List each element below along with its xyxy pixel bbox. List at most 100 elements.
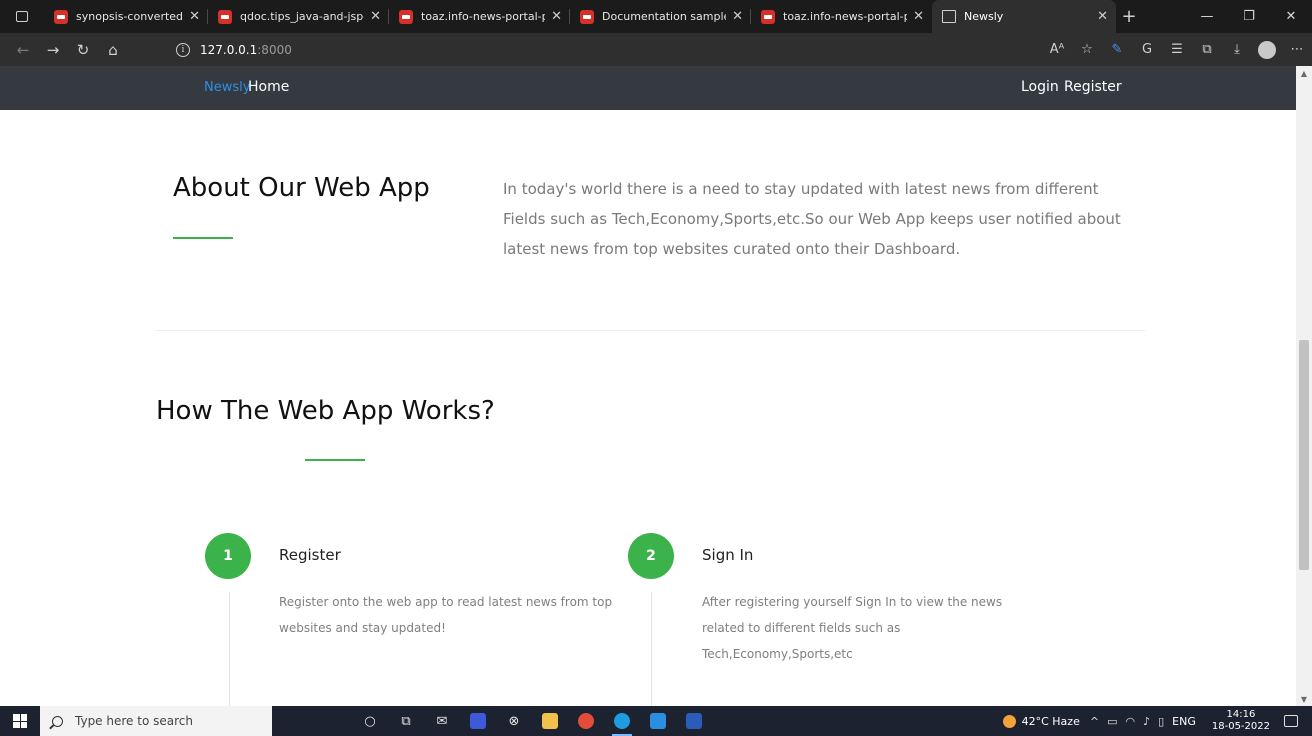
language-indicator[interactable]: ENG <box>1172 715 1196 728</box>
url-port: :8000 <box>257 42 292 57</box>
windows-taskbar: Type here to search ○ ⧉ ✉ ⊗ 42°C Haze ^ … <box>0 706 1312 736</box>
taskbar-search[interactable]: Type here to search <box>40 706 272 736</box>
url-host: 127.0.0.1 <box>200 42 258 57</box>
pdf-icon <box>218 9 232 24</box>
volume-icon[interactable]: ♪ <box>1143 715 1150 728</box>
close-window-icon[interactable]: ✕ <box>1270 0 1312 33</box>
page-icon <box>942 10 956 23</box>
chrome-icon[interactable] <box>568 706 604 736</box>
window-controls: — ❐ ✕ <box>1186 0 1312 33</box>
collections-icon[interactable]: ⧉ <box>1192 33 1222 66</box>
clock[interactable]: 14:16 18-05-2022 <box>1212 709 1270 733</box>
scroll-up-icon[interactable]: ▲ <box>1296 66 1312 80</box>
restore-icon[interactable]: ❐ <box>1228 0 1270 33</box>
step-2-badge: 2 <box>628 533 674 579</box>
how-title: How The Web App Works? <box>156 396 495 426</box>
extension-icon[interactable]: G <box>1132 33 1162 66</box>
address-bar[interactable]: i 127.0.0.1:8000 <box>168 37 968 62</box>
home-icon[interactable]: ⌂ <box>98 33 128 66</box>
browser-tools: Aᴬ ☆ ✎ G ☰ ⧉ ⤓ ⋯ <box>1042 33 1312 66</box>
chevron-up-icon[interactable]: ^ <box>1090 715 1099 728</box>
refresh-icon[interactable]: ↻ <box>68 33 98 66</box>
browser-tab-active[interactable]: Newsly ✕ <box>932 0 1116 33</box>
pdf-icon <box>399 9 413 24</box>
wifi-icon[interactable]: ◠ <box>1125 715 1135 728</box>
weather-icon <box>1002 714 1016 728</box>
pdf-icon <box>580 9 594 24</box>
step-1-timeline <box>229 592 230 706</box>
step-1-badge: 1 <box>205 533 251 579</box>
favorites-icon[interactable]: ☰ <box>1162 33 1192 66</box>
new-tab-button[interactable]: + <box>1116 6 1142 27</box>
close-icon[interactable]: ✕ <box>189 9 200 24</box>
tab-title: toaz.info-news-portal-proje <box>783 10 907 23</box>
pdf-icon <box>54 9 68 24</box>
nav-register-link[interactable]: Register <box>1064 79 1122 95</box>
system-tray: 42°C Haze ^ ▭ ◠ ♪ ▯ ENG 14:16 18-05-2022 <box>1002 706 1312 736</box>
browser-tab-1[interactable]: synopsis-converted.pdf ✕ <box>44 0 208 33</box>
site-info-icon[interactable]: i <box>176 42 190 57</box>
close-icon[interactable]: ✕ <box>370 9 381 24</box>
browser-tab-4[interactable]: Documentation sample - Ed ✕ <box>570 0 751 33</box>
add-favorite-icon[interactable]: ☆ <box>1072 33 1102 66</box>
mail-icon[interactable]: ✉ <box>424 706 460 736</box>
step-2-title: Sign In <box>702 546 754 564</box>
search-placeholder: Type here to search <box>75 714 193 728</box>
step-1-desc: Register onto the web app to read latest… <box>279 595 613 635</box>
tab-actions-icon <box>16 11 28 22</box>
tab-title: Newsly <box>964 10 1004 23</box>
browser-tab-2[interactable]: qdoc.tips_java-and-jsp-proj ✕ <box>208 0 389 33</box>
pdf-icon <box>761 9 775 24</box>
tab-title: Documentation sample - Ed <box>602 10 726 23</box>
word-icon[interactable] <box>676 706 712 736</box>
browser-toolbar: ← → ↻ ⌂ i 127.0.0.1:8000 Aᴬ ☆ ✎ G ☰ ⧉ ⤓ … <box>0 33 1312 66</box>
clock-time: 14:16 <box>1226 709 1256 720</box>
step-1-title: Register <box>279 546 341 564</box>
xbox-icon[interactable]: ⊗ <box>496 706 532 736</box>
file-explorer-icon[interactable] <box>532 706 568 736</box>
step-2-desc: After registering yourself Sign In to vi… <box>702 595 1003 661</box>
vscode-icon[interactable] <box>640 706 676 736</box>
brand-link[interactable]: Newsly <box>204 80 250 95</box>
app-icon[interactable] <box>460 706 496 736</box>
close-icon[interactable]: ✕ <box>732 9 743 24</box>
minimize-icon[interactable]: — <box>1186 0 1228 33</box>
start-button[interactable] <box>0 706 40 736</box>
tab-title: qdoc.tips_java-and-jsp-proj <box>240 10 364 23</box>
scroll-thumb[interactable] <box>1299 340 1309 570</box>
pen-icon[interactable]: ▯ <box>1158 715 1164 728</box>
close-icon[interactable]: ✕ <box>1097 9 1108 24</box>
extension-pen-icon[interactable]: ✎ <box>1102 33 1132 66</box>
task-view-icon[interactable]: ⧉ <box>388 706 424 736</box>
how-title-underline <box>305 459 365 461</box>
close-icon[interactable]: ✕ <box>913 9 924 24</box>
clock-date: 18-05-2022 <box>1211 721 1270 732</box>
browser-tab-3[interactable]: toaz.info-news-portal-proje ✕ <box>389 0 570 33</box>
scroll-down-icon[interactable]: ▼ <box>1296 692 1312 706</box>
read-aloud-icon[interactable]: Aᴬ <box>1042 33 1072 66</box>
browser-tab-strip: synopsis-converted.pdf ✕ qdoc.tips_java-… <box>0 0 1312 33</box>
more-options-icon[interactable]: ⋯ <box>1282 33 1312 66</box>
browser-tab-5[interactable]: toaz.info-news-portal-proje ✕ <box>751 0 932 33</box>
notification-icon[interactable] <box>1284 715 1298 727</box>
windows-logo-icon <box>13 714 27 728</box>
nav-home-link[interactable]: Home <box>248 79 289 95</box>
profile-avatar[interactable] <box>1258 40 1276 59</box>
downloads-icon[interactable]: ⤓ <box>1222 33 1252 66</box>
tab-title: toaz.info-news-portal-proje <box>421 10 545 23</box>
tab-actions-button[interactable] <box>0 0 44 33</box>
edge-icon[interactable] <box>604 706 640 736</box>
close-icon[interactable]: ✕ <box>551 9 562 24</box>
taskbar-apps: ○ ⧉ ✉ ⊗ <box>352 706 712 736</box>
forward-icon[interactable]: → <box>38 33 68 66</box>
about-title-underline <box>173 237 233 239</box>
search-icon <box>52 715 63 727</box>
site-navbar: Newsly Home Login Register <box>0 66 1296 110</box>
section-divider <box>155 330 1145 331</box>
weather-text[interactable]: 42°C Haze <box>1022 715 1080 728</box>
back-icon[interactable]: ← <box>8 33 38 66</box>
cortana-icon[interactable]: ○ <box>352 706 388 736</box>
nav-login-link[interactable]: Login <box>1021 79 1059 95</box>
battery-icon[interactable]: ▭ <box>1107 715 1117 728</box>
page-scrollbar[interactable]: ▲ ▼ <box>1296 66 1312 706</box>
